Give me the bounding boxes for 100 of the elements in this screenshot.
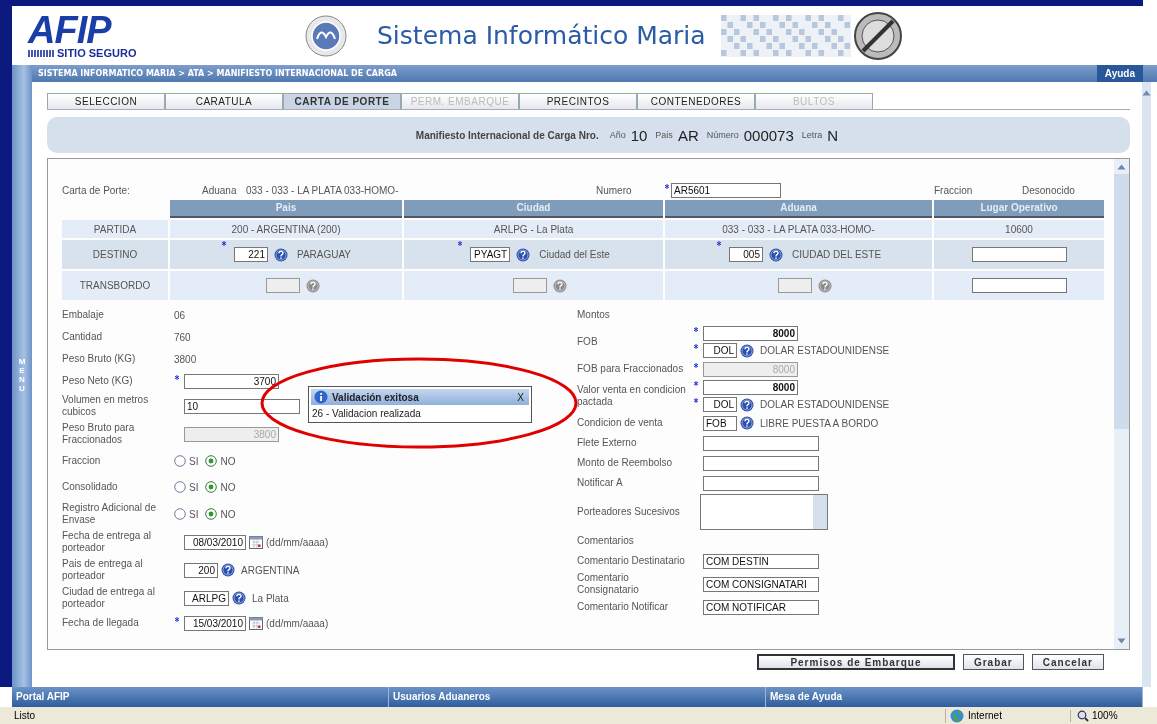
scroll-thumb[interactable] [1114,174,1129,429]
scrollbar[interactable] [1142,82,1151,687]
code-field[interactable]: 221 [233,247,268,262]
scroll-up-icon [1142,90,1151,96]
help-icon[interactable] [553,278,567,293]
input-field[interactable]: AR5601 [671,182,781,198]
amount-field[interactable]: 8000 [703,326,798,341]
input-field[interactable]: COM NOTIFICAR [703,599,819,615]
help-icon[interactable] [232,591,246,605]
input-field[interactable] [703,435,819,451]
date-field[interactable]: 08/03/2010 [184,534,246,550]
help-icon[interactable] [740,397,754,412]
radio-button[interactable] [205,481,218,493]
action-button[interactable]: Permisos de Embarque [756,654,955,670]
format-hint: (dd/mm/aaaa) [266,536,329,548]
format-hint: (dd/mm/aaaa) [266,617,329,629]
code-field[interactable]: 200 [184,562,218,578]
action-button[interactable]: Cancelar [1031,654,1104,670]
help-button[interactable]: Ayuda [1096,65,1143,82]
help-icon[interactable] [740,343,754,358]
code-field[interactable]: DOL [703,397,737,412]
field-label: Condicion de venta [577,417,664,429]
code-field[interactable]: PYAGT [470,247,511,262]
row-header: PARTIDA [62,220,168,238]
zoom-icon [1077,709,1089,722]
field-value: N [827,126,839,144]
help-icon[interactable] [305,278,320,293]
help-icon[interactable] [516,247,531,262]
field-label: Peso Bruto para Fraccionados [62,422,136,446]
field-label: Carta de Porte: [62,184,131,196]
radio-button[interactable] [174,508,186,520]
lookup-name: DOLAR ESTADOUNIDENSE [760,345,890,356]
radio-button[interactable] [174,481,186,493]
text-area[interactable] [700,494,828,530]
input-field[interactable] [703,455,819,471]
column-header: Aduana [665,200,932,218]
date-field[interactable]: 15/03/2010 [184,615,246,631]
field-value: 760 [174,331,191,343]
tab[interactable]: CARTA DE PORTE [283,93,401,109]
section-heading: Comentarios [577,535,635,547]
tab[interactable]: CARATULA [165,93,283,109]
field-label: Monto de Reembolso [577,457,674,469]
scrollbar[interactable] [813,495,827,529]
code-field[interactable]: 005 [728,247,763,262]
dialog-title: Validación exitosa [332,391,420,403]
seal-icon [851,10,905,61]
radio-label: SI [189,481,199,493]
radio-button[interactable] [205,455,218,467]
zone-label: Internet [968,710,1002,721]
amount-field[interactable]: 8000 [703,380,798,395]
tab[interactable]: CONTENEDORES [637,93,755,109]
help-icon[interactable] [818,278,832,293]
field-label: FOB [577,336,599,348]
info-icon [314,390,328,404]
field-value: AR [677,126,699,144]
help-icon[interactable] [221,563,235,577]
tab[interactable]: PRECINTOS [519,93,637,109]
scroll-up-icon [1117,164,1126,170]
code-field[interactable]: DOL [703,343,737,358]
globe-icon [950,708,964,723]
input-field[interactable]: COM DESTIN [703,553,819,569]
scrollbar[interactable] [1114,159,1129,649]
field-label: Pais [655,130,673,140]
lookup-name: DOLAR ESTADOUNIDENSE [760,399,890,410]
input-field[interactable]: COM CONSIGNATARI [703,576,819,592]
field-label: Comentario Consignatario [577,572,640,596]
input-field[interactable] [971,278,1067,293]
help-icon[interactable] [740,416,754,430]
help-icon[interactable] [273,247,288,262]
code-field[interactable]: FOB [703,415,737,431]
field-value: 000073 [743,126,794,144]
tab[interactable]: SELECCION [47,93,165,109]
table-cell: 10600 [934,220,1104,238]
logo-text: AFIP [28,12,112,48]
radio-button[interactable] [174,455,186,467]
input-field[interactable]: 3700 [184,373,279,389]
field-value: 3800 [174,353,197,365]
field-value: Desonocido [1022,184,1076,196]
field-label: Año [609,130,626,140]
help-icon[interactable] [768,247,783,262]
field-label: Número [706,130,739,140]
site-title: Sistema Informático Maria [377,21,707,50]
table-cell: 200 - ARGENTINA (200) [170,220,402,238]
logo-caption: SITIO SEGURO [57,48,137,59]
action-button[interactable]: Grabar [962,654,1024,670]
radio-button[interactable] [205,508,218,520]
breadcrumb: SISTEMA INFORMATICO MARIA > ATA > MANIFIESTO INTERNACIONAL DE CARGA [38,69,397,78]
input-field[interactable]: 10 [184,398,300,414]
input-field[interactable] [703,475,819,491]
manifest-label: Manifiesto Internacional de Carga Nro. [415,129,599,141]
calendar-icon [249,616,263,630]
table-cell: 033 - 033 - LA PLATA 033-HOMO- [665,220,932,238]
zoom-level[interactable]: 100% [1092,710,1118,721]
row-header: TRANSBORDO [62,271,168,300]
input-field[interactable] [971,247,1067,262]
close-button[interactable]: X [515,391,526,403]
code-field[interactable]: ARLPG [184,590,229,606]
lookup-name: Ciudad del Este [539,249,610,260]
field-label: Peso Neto (KG) [62,375,134,387]
calendar-icon [249,535,263,549]
